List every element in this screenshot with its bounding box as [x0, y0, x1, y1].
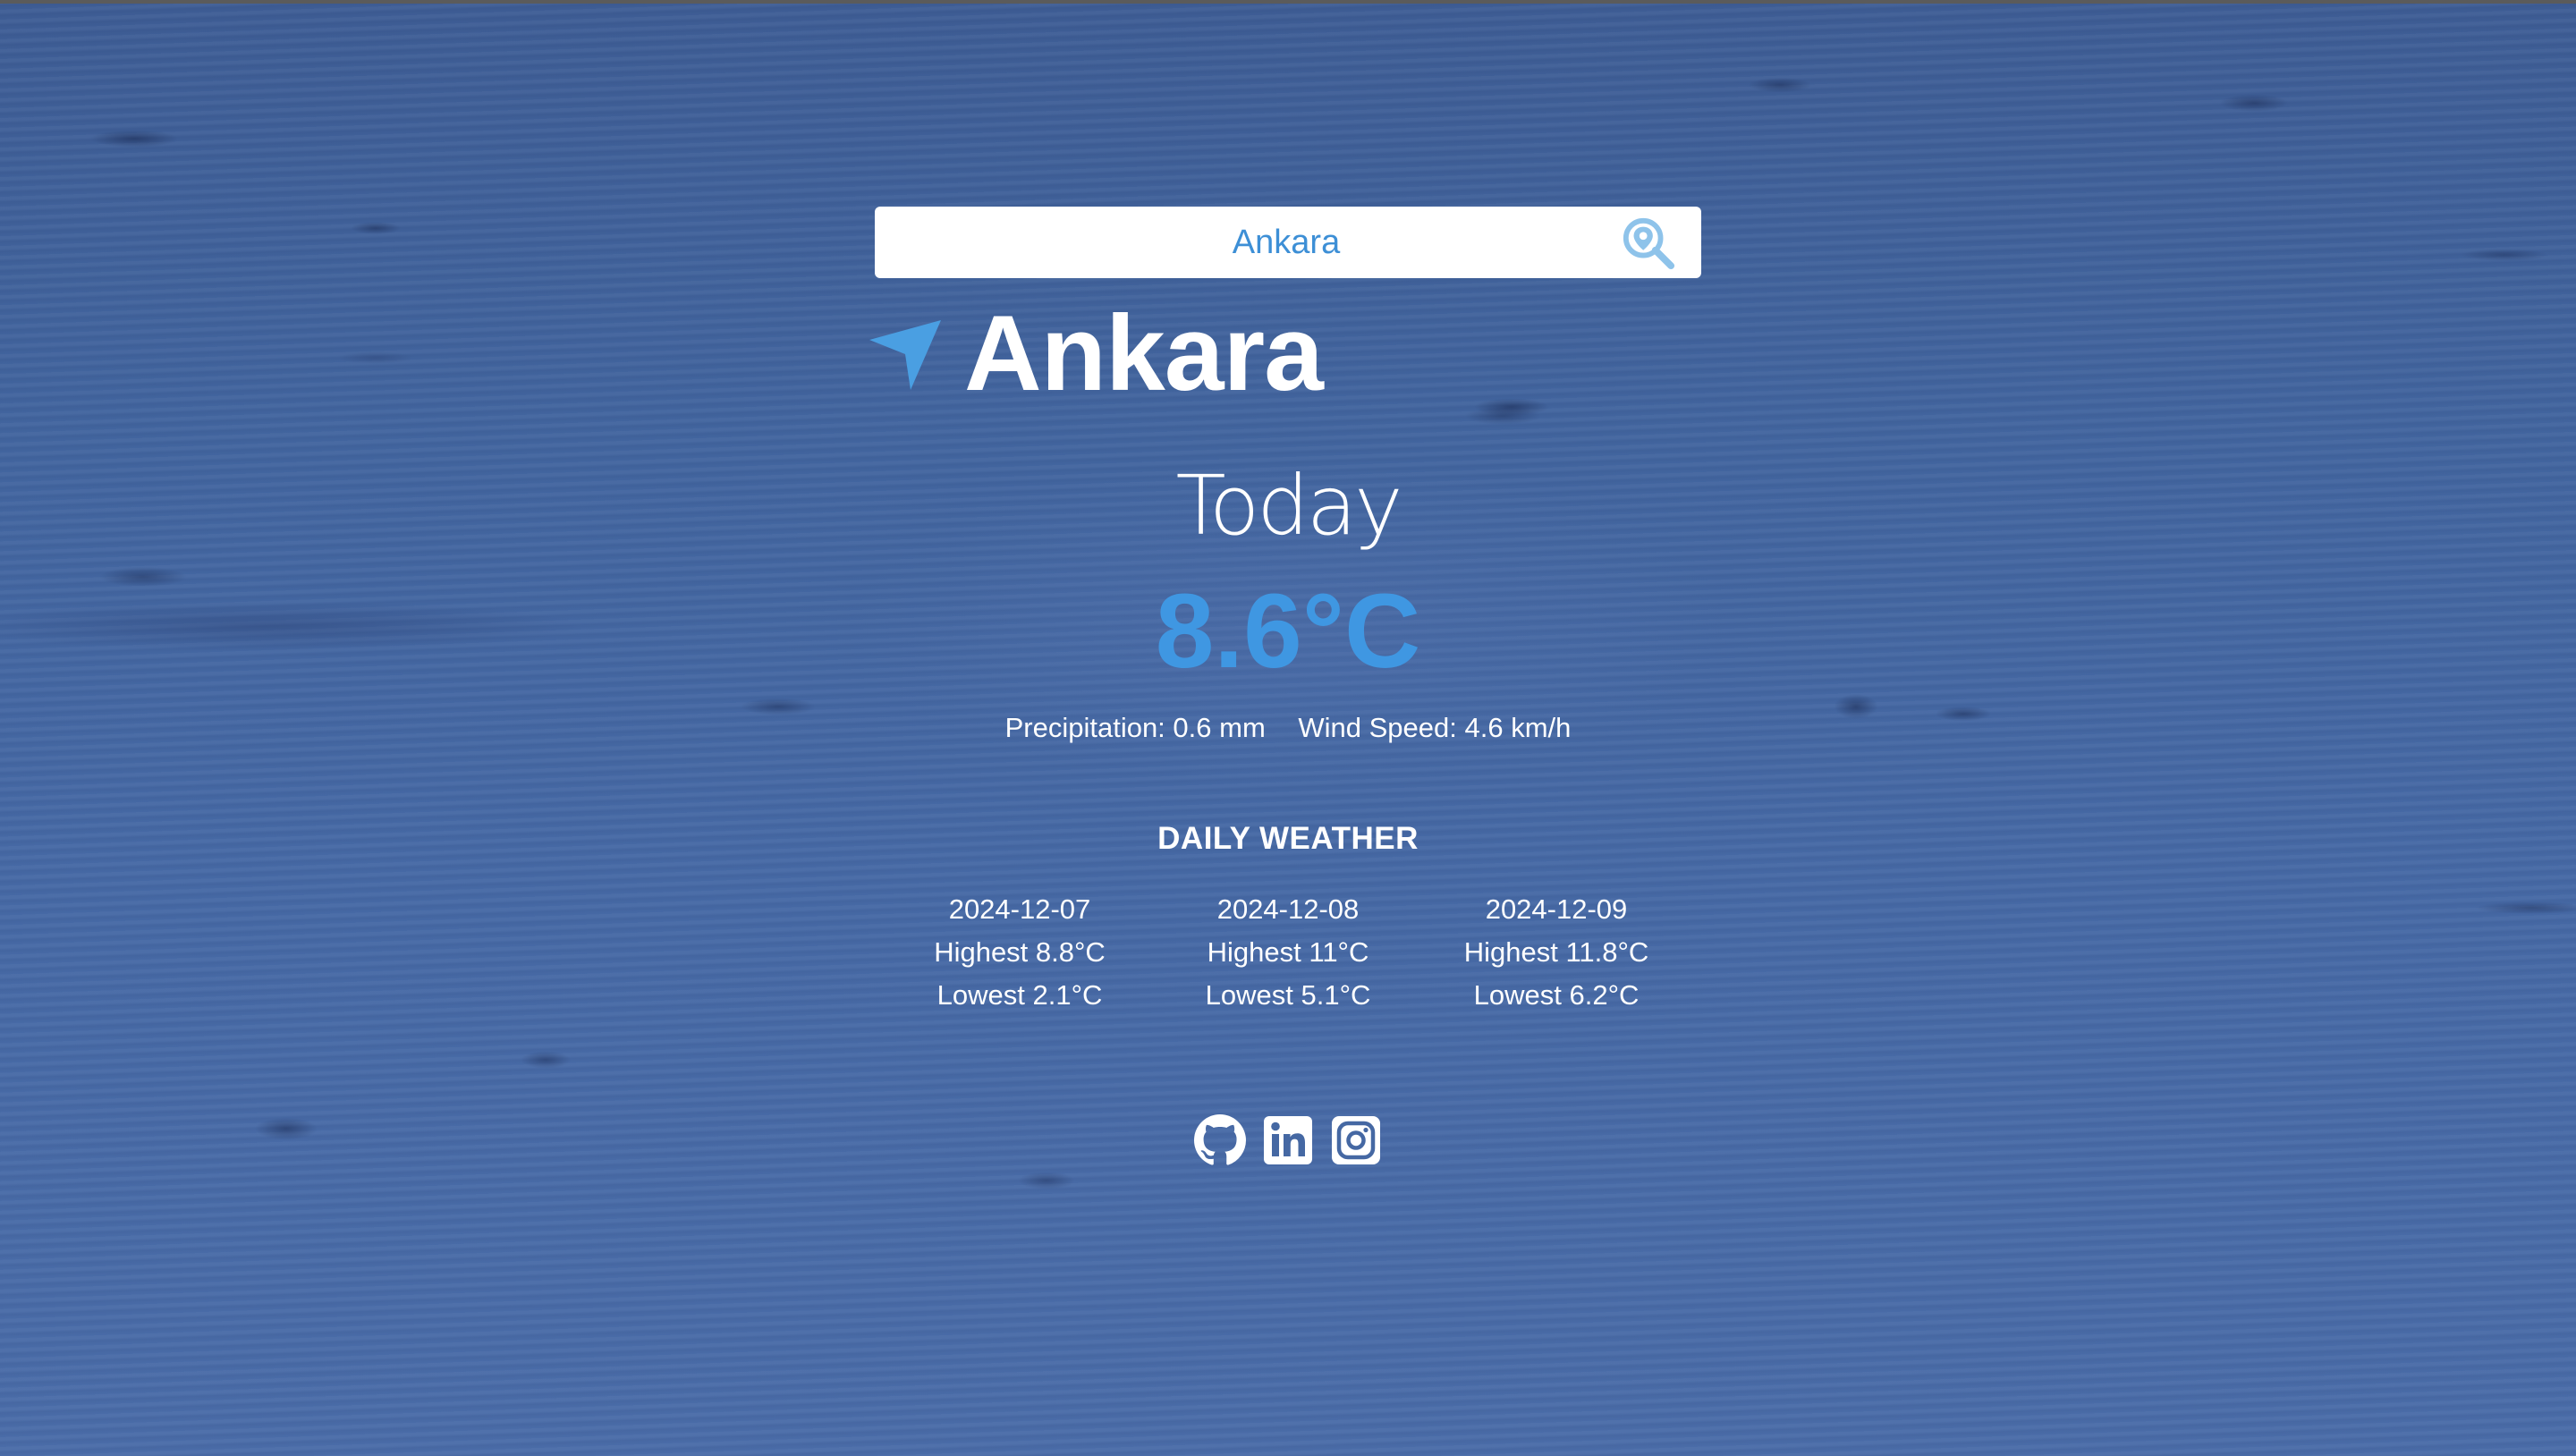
- precipitation-value: Precipitation: 0.6 mm: [1004, 712, 1266, 743]
- navigation-arrow-icon: [869, 320, 941, 390]
- daily-forecast-list: 2024-12-07 Highest 8.8°C Lowest 2.1°C 20…: [894, 888, 1682, 1017]
- city-search-input[interactable]: [875, 207, 1626, 278]
- daily-weather-heading: DAILY WEATHER: [1157, 821, 1419, 856]
- linkedin-icon[interactable]: [1262, 1114, 1314, 1166]
- location-search-icon[interactable]: [1621, 216, 1676, 271]
- github-icon[interactable]: [1194, 1114, 1246, 1166]
- current-stats: Precipitation: 0.6 mm Wind Speed: 4.6 km…: [0, 712, 2576, 744]
- forecast-day: 2024-12-07 Highest 8.8°C Lowest 2.1°C: [894, 888, 1145, 1017]
- search-bar: [875, 207, 1701, 278]
- instagram-icon[interactable]: [1330, 1114, 1382, 1166]
- forecast-low: Lowest 5.1°C: [1205, 979, 1371, 1011]
- location-header: Ankara: [866, 293, 1324, 413]
- forecast-day: 2024-12-08 Highest 11°C Lowest 5.1°C: [1163, 888, 1413, 1017]
- window-top-border: [0, 0, 2576, 4]
- city-name: Ankara: [964, 293, 1324, 413]
- day-label: Today: [1175, 458, 1402, 554]
- forecast-date: 2024-12-09: [1485, 893, 1628, 925]
- forecast-date: 2024-12-07: [948, 893, 1091, 925]
- forecast-date: 2024-12-08: [1216, 893, 1360, 925]
- wind-speed-value: Wind Speed: 4.6 km/h: [1298, 712, 1572, 743]
- forecast-low: Lowest 2.1°C: [936, 979, 1103, 1011]
- forecast-high: Highest 11°C: [1207, 936, 1369, 968]
- forecast-low: Lowest 6.2°C: [1473, 979, 1640, 1011]
- forecast-high: Highest 8.8°C: [934, 936, 1106, 968]
- forecast-high: Highest 11.8°C: [1463, 936, 1649, 968]
- forecast-day: 2024-12-09 Highest 11.8°C Lowest 6.2°C: [1431, 888, 1682, 1017]
- social-links: [0, 1114, 2576, 1166]
- current-temperature: 8.6°C: [1155, 572, 1421, 690]
